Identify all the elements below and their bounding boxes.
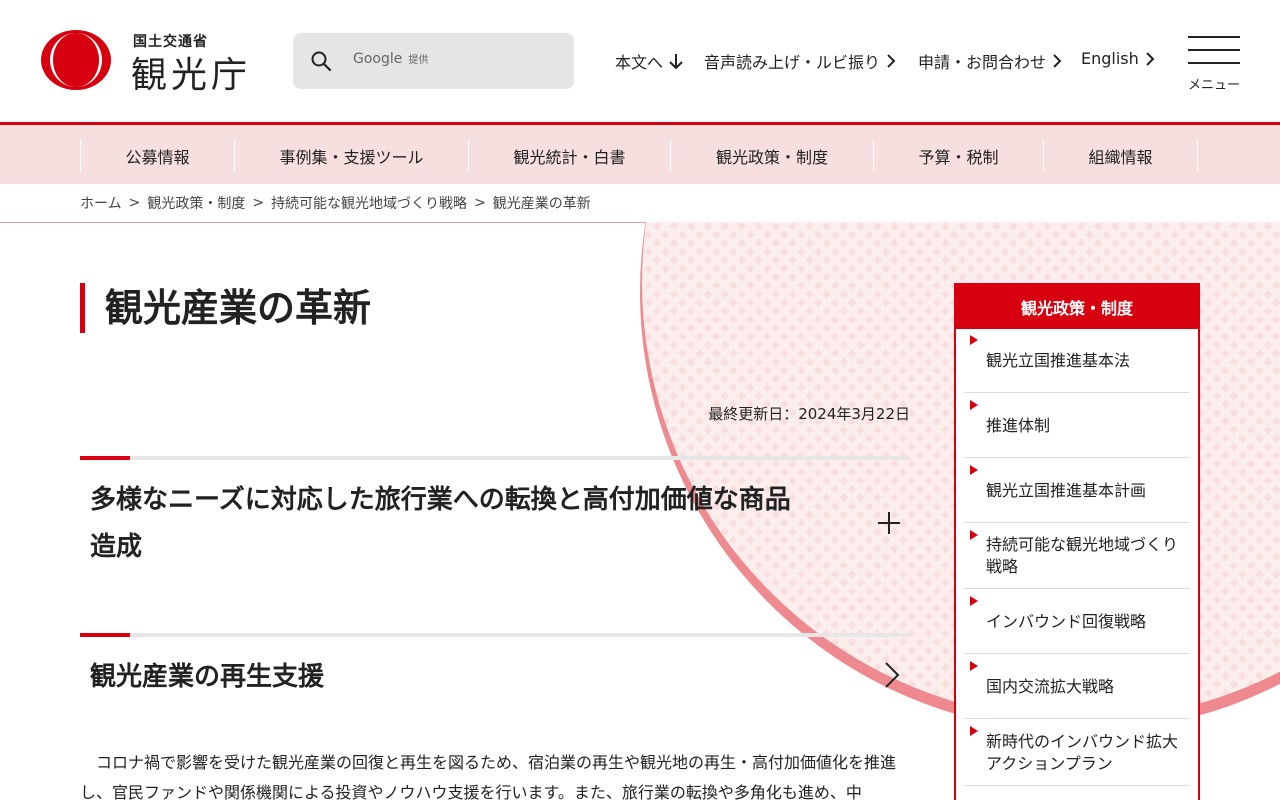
nav-item-budget[interactable]: 予算・税制 [874,139,1043,172]
triangle-right-icon [970,596,978,606]
triangle-right-icon [970,530,978,540]
triangle-right-icon [970,661,978,671]
english-link[interactable]: English [1081,49,1155,68]
global-nav: 公募情報 事例集・支援ツール 観光統計・白書 観光政策・制度 予算・税制 組織情… [0,122,1280,184]
section-rule [80,456,910,460]
section-link-industry-revival[interactable]: 観光産業の再生支援 [80,633,910,713]
side-menu-heading: 観光政策・制度 [956,285,1198,329]
jta-logo-icon [41,30,111,90]
search-input[interactable]: Google 提供 [293,33,574,89]
search-placeholder: Google 提供 [353,51,429,67]
nav-item-statistics[interactable]: 観光統計・白書 [469,139,670,172]
search-icon [311,51,332,72]
section-title: 観光産業の再生支援 [90,662,325,692]
side-item-basic-law[interactable]: 観光立国推進基本法 [964,329,1190,393]
english-label: English [1081,49,1139,68]
side-item-inbound-action-plan[interactable]: 新時代のインバウンド拡大アクションプラン [964,720,1190,786]
page-title: 観光産業の革新 [80,283,371,333]
side-item-label: 推進体制 [986,415,1051,435]
nav-item-public-offering[interactable]: 公募情報 [81,139,234,172]
menu-label: メニュー [1188,78,1241,93]
last-updated-date: 最終更新日：2024年3月22日 [708,405,910,423]
chevron-right-icon [1146,51,1155,66]
arrow-down-icon [669,54,683,70]
section-rule-accent [80,456,130,460]
breadcrumb-separator: > [128,195,141,211]
triangle-right-icon [970,335,978,345]
triangle-right-icon [970,465,978,475]
side-item-inbound-recovery[interactable]: インバウンド回復戦略 [964,590,1190,654]
hamburger-bar [1188,62,1240,64]
nav-item-policy[interactable]: 観光政策・制度 [671,139,873,172]
side-item-label: 持続可能な観光地域づくり戦略 [986,535,1179,576]
chevron-right-icon [887,54,896,68]
skip-to-content-link[interactable]: 本文へ [615,49,683,73]
breadcrumb-policy[interactable]: 観光政策・制度 [147,193,245,213]
side-item-label: 新時代のインバウンド拡大アクションプラン [986,731,1179,773]
skip-link-label: 本文へ [615,53,664,72]
breadcrumb: ホーム > 観光政策・制度 > 持続可能な観光地域づくり戦略 > 観光産業の革新 [80,193,591,213]
menu-button[interactable]: メニュー [1188,36,1240,93]
accordion-section-travel-business[interactable]: 多様なニーズに対応した旅行業への転換と高付加価値な商品 造成 [80,456,910,586]
contact-label: 申請・お問合わせ [918,53,1047,72]
side-item-label: 観光立国推進基本法 [986,350,1131,370]
body-paragraph: コロナ禍で影響を受けた観光産業の回復と再生を図るため、宿泊業の再生や観光地の再生… [80,753,897,800]
chevron-right-icon [1053,54,1062,68]
section-rule [80,633,910,637]
section-rule-accent [80,633,130,637]
accordion-title-line2: 造成 [90,532,143,562]
breadcrumb-strategy[interactable]: 持続可能な観光地域づくり戦略 [271,193,467,213]
plus-icon [878,512,900,534]
hamburger-bar [1188,36,1240,38]
side-menu: 観光政策・制度 観光立国推進基本法 推進体制 観光立国推進基本計画 持続可能な観… [954,283,1200,800]
side-item-label: インバウンド回復戦略 [986,611,1147,631]
accordion-title-line1: 多様なニーズに対応した旅行業への転換と高付加価値な商品 [90,485,791,515]
agency-name: 観光庁 [131,55,252,96]
nav-item-case-studies[interactable]: 事例集・支援ツール [235,139,468,172]
site-header: 国土交通省 観光庁 Google 提供 本文へ 音声読み上げ・ルビ振り 申請・お問… [0,0,1280,122]
nav-item-organization[interactable]: 組織情報 [1044,139,1197,172]
side-item-basic-plan[interactable]: 観光立国推進基本計画 [964,459,1190,523]
side-item-label: 国内交流拡大戦略 [986,676,1115,696]
breadcrumb-current: 観光産業の革新 [492,196,591,212]
breadcrumb-separator: > [474,195,486,211]
side-item-sustainable-strategy[interactable]: 持続可能な観光地域づくり戦略 [964,524,1190,589]
breadcrumb-separator: > [252,195,265,211]
nav-divider [1197,139,1198,172]
side-item-system[interactable]: 推進体制 [964,394,1190,458]
chevron-right-icon [885,662,900,688]
side-item-domestic-exchange[interactable]: 国内交流拡大戦略 [964,655,1190,719]
contact-link[interactable]: 申請・お問合わせ [918,49,1062,73]
triangle-right-icon [970,400,978,410]
side-item-label: 観光立国推進基本計画 [986,480,1147,500]
voice-ruby-link[interactable]: 音声読み上げ・ルビ振り [704,49,896,73]
triangle-right-icon [970,726,978,736]
hamburger-bar [1188,49,1240,51]
breadcrumb-home[interactable]: ホーム [80,193,122,213]
voice-ruby-label: 音声読み上げ・ルビ振り [704,53,881,72]
